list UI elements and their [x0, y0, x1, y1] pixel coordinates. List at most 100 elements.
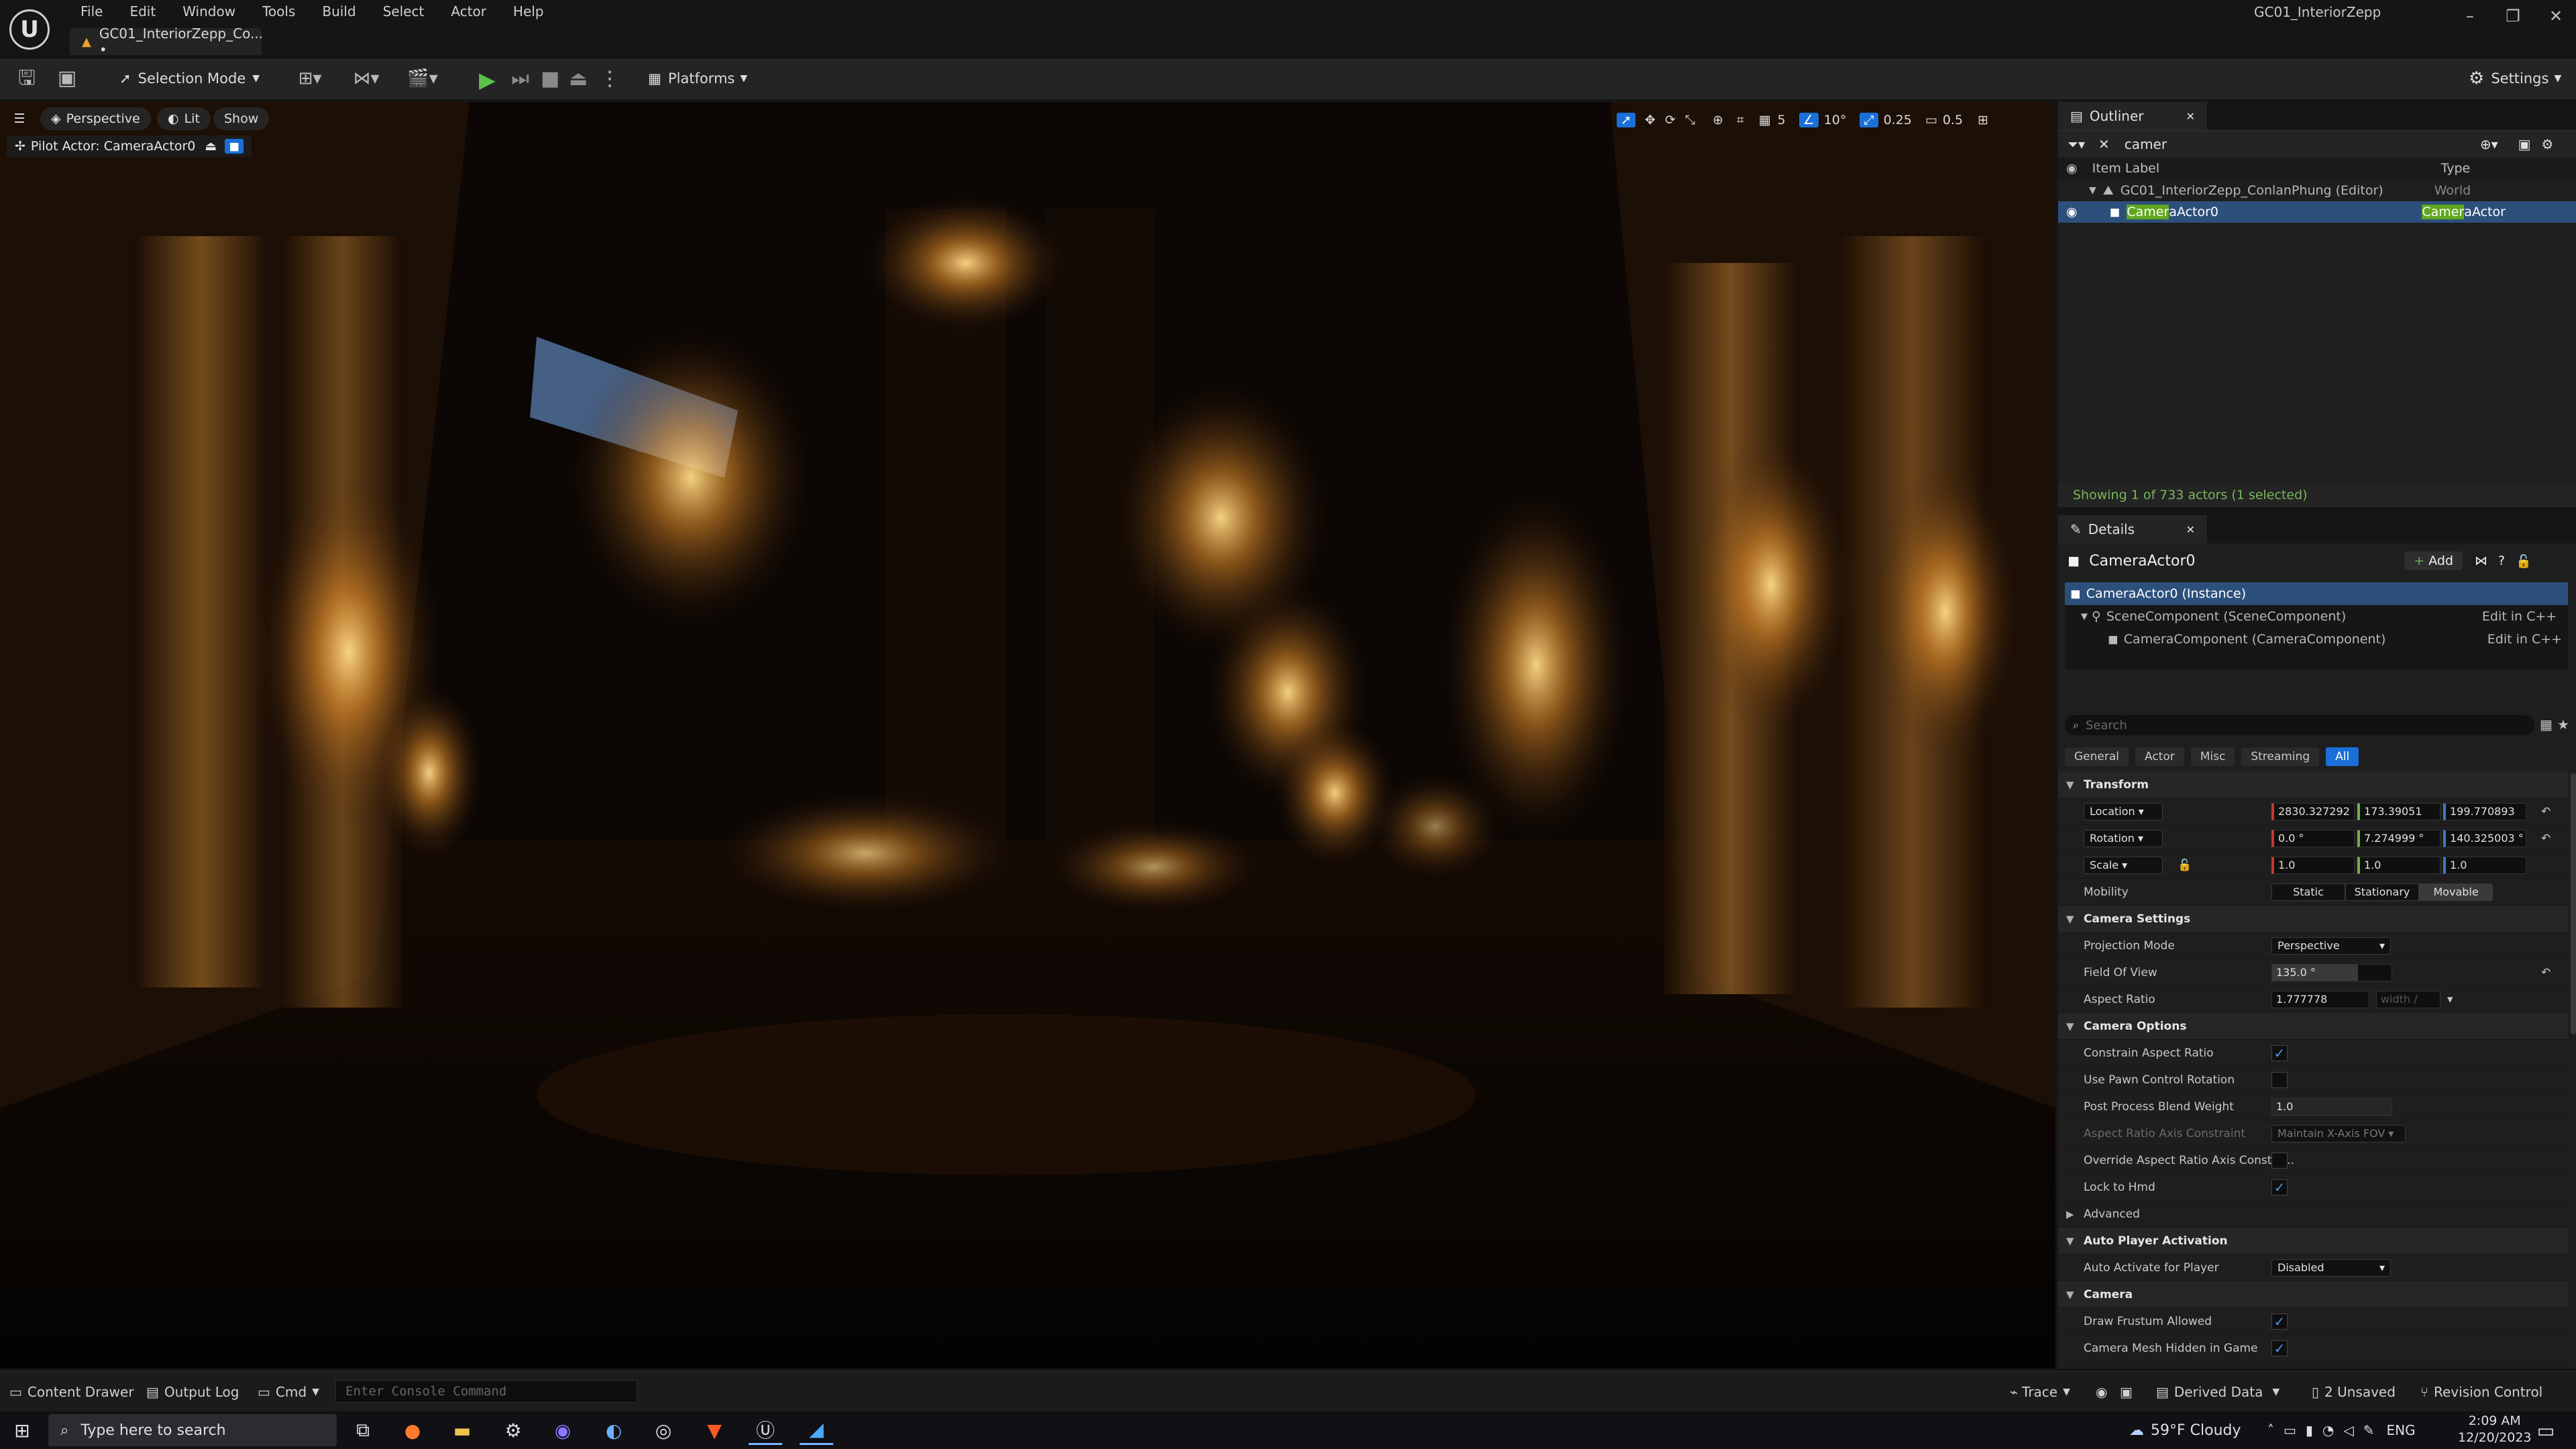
platforms-button[interactable]: ▦ Platforms ▼ — [648, 64, 747, 93]
table-view-icon[interactable]: ▦ — [2540, 716, 2553, 733]
override-axis-checkbox[interactable] — [2271, 1152, 2288, 1169]
help-icon[interactable]: ? — [2498, 553, 2505, 568]
rotation-z[interactable]: 140.325003 ° — [2443, 829, 2526, 847]
projection-mode-dropdown[interactable]: Perspective ▾ — [2271, 936, 2391, 955]
battery-icon[interactable]: ▮ — [2306, 1422, 2313, 1438]
mesh-hidden-checkbox[interactable]: ✓ — [2271, 1340, 2288, 1356]
pawn-control-checkbox[interactable] — [2271, 1071, 2288, 1088]
task-view-icon[interactable]: ⧉ — [346, 1415, 380, 1445]
filter-all[interactable]: All — [2326, 747, 2359, 766]
derived-data-button[interactable]: ▤ Derived Data ▼ — [2156, 1372, 2279, 1412]
outliner-search-input[interactable]: camer — [2125, 136, 2460, 152]
expand-icon[interactable]: ▼ — [2081, 612, 2088, 622]
filter-icon[interactable]: ⏷▾ — [2068, 136, 2085, 152]
menu-window[interactable]: Window — [169, 1, 249, 21]
filter-misc[interactable]: Misc — [2190, 747, 2235, 766]
revision-control-button[interactable]: ⑂ Revision Control — [2420, 1372, 2542, 1412]
location-x[interactable]: 2830.327292 — [2271, 802, 2355, 820]
aspect-ratio-preset[interactable]: width / — [2376, 990, 2440, 1008]
camera-speed-icon[interactable]: ▭ — [1925, 113, 1937, 127]
trace-button[interactable]: ⌁ Trace ▼ — [2010, 1372, 2070, 1412]
notification-icon[interactable]: ▭ — [2529, 1415, 2563, 1445]
volume-icon[interactable]: ◁ — [2343, 1422, 2353, 1438]
content-drawer-button[interactable]: ▭ Content Drawer — [9, 1372, 134, 1412]
fov-slider[interactable]: 135.0 ° — [2271, 963, 2392, 981]
lock-icon[interactable]: 🔓 — [2178, 859, 2192, 872]
section-auto-player[interactable]: ▼ Auto Player Activation — [2058, 1228, 2568, 1254]
details-scrollbar[interactable] — [2571, 773, 2576, 1034]
viewport-menu-icon[interactable]: ☰ — [12, 107, 27, 130]
axis-constraint-dropdown[interactable]: Maintain X-Axis FOV ▾ — [2271, 1124, 2406, 1142]
scale-snap-value[interactable]: 0.25 — [1884, 113, 1912, 127]
scale-x[interactable]: 1.0 — [2271, 856, 2355, 874]
auto-activate-dropdown[interactable]: Disabled ▾ — [2271, 1258, 2391, 1277]
post-process-slider[interactable]: 1.0 — [2271, 1097, 2392, 1116]
language-label[interactable]: ENG — [2387, 1422, 2416, 1438]
level-viewport[interactable] — [0, 102, 2055, 1368]
mobility-static[interactable]: Static — [2271, 883, 2345, 901]
level-doc-tab[interactable]: ▲ GC01_InteriorZepp_Co... • — [70, 25, 263, 58]
mobility-movable[interactable]: Movable — [2419, 883, 2493, 901]
row-advanced[interactable]: ▶ Advanced — [2058, 1201, 2568, 1228]
menu-tools[interactable]: Tools — [249, 1, 309, 21]
windows-start-icon[interactable]: ⊞ — [5, 1415, 39, 1445]
col-type[interactable]: Type — [2441, 161, 2471, 176]
component-row-camera[interactable]: ◼ CameraComponent (CameraComponent) Edit… — [2065, 628, 2568, 651]
minimize-icon[interactable]: – — [2449, 3, 2491, 30]
section-camera-settings[interactable]: ▼ Camera Settings — [2058, 906, 2568, 932]
add-component-button[interactable]: + Add — [2404, 551, 2463, 570]
edit-cpp-link[interactable]: Edit in C++ — [2487, 632, 2562, 647]
blueprint-icon[interactable]: ⋈▾ — [346, 58, 386, 99]
selection-mode-button[interactable]: ➚ Selection Mode ▼ — [111, 64, 268, 93]
chevron-down-icon[interactable]: ▾ — [2447, 993, 2453, 1006]
component-row-scene[interactable]: ▼ ⚲ SceneComponent (SceneComponent) Edit… — [2065, 605, 2568, 628]
rotation-snap-icon[interactable]: ∠ — [1799, 113, 1819, 127]
settings-button[interactable]: ⚙ Settings ▼ — [2469, 64, 2561, 93]
location-dropdown[interactable]: Location ▾ — [2084, 802, 2163, 820]
stop-icon[interactable]: ■ — [541, 67, 559, 91]
lock-hmd-checkbox[interactable]: ✓ — [2271, 1179, 2288, 1195]
world-local-icon[interactable]: ⊕ — [1713, 113, 1723, 127]
add-filter-icon[interactable]: ⊕▾ — [2480, 136, 2498, 152]
scale-dropdown[interactable]: Scale ▾ — [2084, 856, 2163, 874]
more-options-icon[interactable]: ⋮ — [600, 67, 620, 91]
content-browser-icon[interactable]: ▣ — [54, 58, 80, 99]
camera-lock-icon[interactable]: ◼ — [225, 139, 244, 154]
filter-general[interactable]: General — [2065, 747, 2129, 766]
reset-icon[interactable]: ↶ — [2541, 832, 2551, 845]
outliner-tab[interactable]: ▤ Outliner ✕ — [2058, 102, 2207, 130]
constrain-aspect-checkbox[interactable]: ✓ — [2271, 1044, 2288, 1061]
menu-file[interactable]: File — [67, 1, 116, 21]
discord-icon[interactable]: ◉ — [546, 1415, 580, 1445]
component-row-instance[interactable]: ◼ CameraActor0 (Instance) — [2065, 582, 2568, 605]
mobility-stationary[interactable]: Stationary — [2345, 883, 2419, 901]
brave-icon[interactable]: ▼ — [698, 1415, 731, 1445]
filter-streaming[interactable]: Streaming — [2241, 747, 2320, 766]
eye-icon[interactable]: ◉ — [2066, 205, 2078, 219]
outliner-row-world[interactable]: ▼ ⛰ GC01_InteriorZepp_ConlanPhung (Edito… — [2058, 180, 2576, 201]
actor-name[interactable]: CameraActor0 — [2089, 553, 2404, 570]
section-transform[interactable]: ▼ Transform — [2058, 771, 2568, 798]
folder-add-icon[interactable]: ▣ — [2518, 136, 2531, 152]
draw-frustum-checkbox[interactable]: ✓ — [2271, 1313, 2288, 1330]
details-search-box[interactable]: ⌕ Search — [2065, 715, 2534, 735]
location-y[interactable]: 173.39051 — [2357, 802, 2440, 820]
scale-y[interactable]: 1.0 — [2357, 856, 2440, 874]
col-item-label[interactable]: Item Label — [2092, 161, 2441, 176]
pen-icon[interactable]: ✎ — [2363, 1422, 2375, 1438]
save-icon[interactable]: 🖫 — [13, 58, 40, 99]
close-tab-icon[interactable]: ✕ — [2186, 523, 2195, 536]
steam-icon[interactable]: ◐ — [597, 1415, 631, 1445]
camera-record-icon[interactable]: ▣ — [2120, 1372, 2133, 1412]
settings-app-icon[interactable]: ⚙ — [496, 1415, 530, 1445]
restore-icon[interactable]: ❐ — [2491, 3, 2534, 30]
location-z[interactable]: 199.770893 — [2443, 802, 2526, 820]
camera-speed-value[interactable]: 0.5 — [1943, 113, 1963, 127]
translate-icon[interactable]: ✥ — [1645, 113, 1656, 127]
record-icon[interactable]: ◉ — [2096, 1372, 2107, 1412]
rotation-dropdown[interactable]: Rotation ▾ — [2084, 829, 2163, 847]
grid-snap-value[interactable]: 5 — [1778, 113, 1786, 127]
eject-icon[interactable]: ⏏ — [569, 67, 588, 91]
edit-cpp-link[interactable]: Edit in C++ — [2482, 609, 2557, 624]
surface-snap-icon[interactable]: ⌗ — [1737, 113, 1744, 127]
